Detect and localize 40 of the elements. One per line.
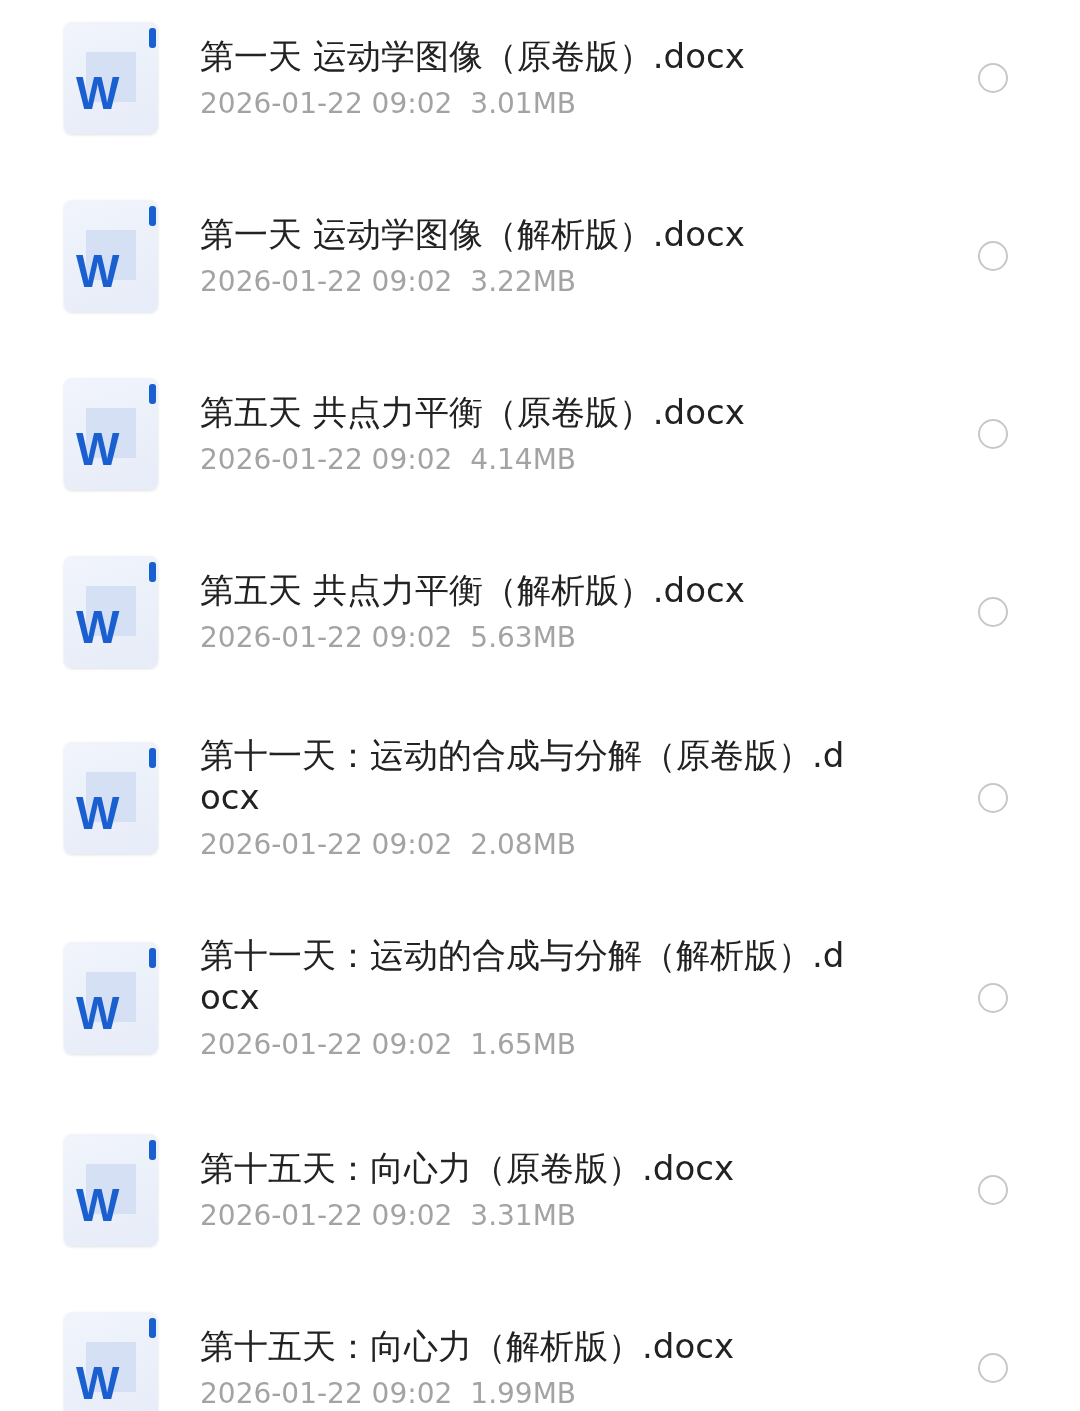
select-radio[interactable] — [978, 1175, 1008, 1205]
select-radio[interactable] — [978, 241, 1008, 271]
select-radio[interactable] — [978, 783, 1008, 813]
file-name[interactable]: 第一天 运动学图像（原卷版）.docx — [200, 35, 850, 77]
select-radio[interactable] — [978, 597, 1008, 627]
file-date: 2026-01-22 09:02 — [200, 1377, 453, 1411]
file-name[interactable]: 第十五天：向心力（解析版）.docx — [200, 1325, 850, 1367]
file-size: 4.14MB — [470, 443, 577, 477]
word-document-icon: W — [64, 22, 158, 134]
file-name[interactable]: 第五天 共点力平衡（解析版）.docx — [200, 569, 850, 611]
file-size: 1.99MB — [470, 1377, 577, 1411]
file-date: 2026-01-22 09:02 — [200, 1199, 453, 1233]
file-date: 2026-01-22 09:02 — [200, 828, 453, 862]
file-size: 5.63MB — [470, 621, 577, 655]
file-size: 3.01MB — [470, 87, 577, 121]
select-radio[interactable] — [978, 983, 1008, 1013]
word-document-icon: W — [64, 742, 158, 854]
word-document-icon: W — [64, 942, 158, 1054]
word-document-icon: W — [64, 1134, 158, 1246]
file-name[interactable]: 第十一天：运动的合成与分解（解析版）.docx — [200, 934, 850, 1018]
file-date: 2026-01-22 09:02 — [200, 443, 453, 477]
word-document-icon: W — [64, 1312, 158, 1411]
select-radio[interactable] — [978, 419, 1008, 449]
word-document-icon: W — [64, 200, 158, 312]
select-radio[interactable] — [978, 1353, 1008, 1383]
word-document-icon: W — [64, 556, 158, 668]
file-name[interactable]: 第十五天：向心力（原卷版）.docx — [200, 1147, 850, 1189]
file-date: 2026-01-22 09:02 — [200, 265, 453, 299]
file-name[interactable]: 第五天 共点力平衡（原卷版）.docx — [200, 391, 850, 433]
file-size: 3.31MB — [470, 1199, 577, 1233]
file-size: 3.22MB — [470, 265, 577, 299]
file-name[interactable]: 第十一天：运动的合成与分解（原卷版）.docx — [200, 734, 850, 818]
file-date: 2026-01-22 09:02 — [200, 87, 453, 121]
file-date: 2026-01-22 09:02 — [200, 1028, 453, 1062]
select-radio[interactable] — [978, 63, 1008, 93]
file-size: 2.08MB — [470, 828, 577, 862]
file-size: 1.65MB — [470, 1028, 577, 1062]
file-name[interactable]: 第一天 运动学图像（解析版）.docx — [200, 213, 850, 255]
word-document-icon: W — [64, 378, 158, 490]
file-date: 2026-01-22 09:02 — [200, 621, 453, 655]
